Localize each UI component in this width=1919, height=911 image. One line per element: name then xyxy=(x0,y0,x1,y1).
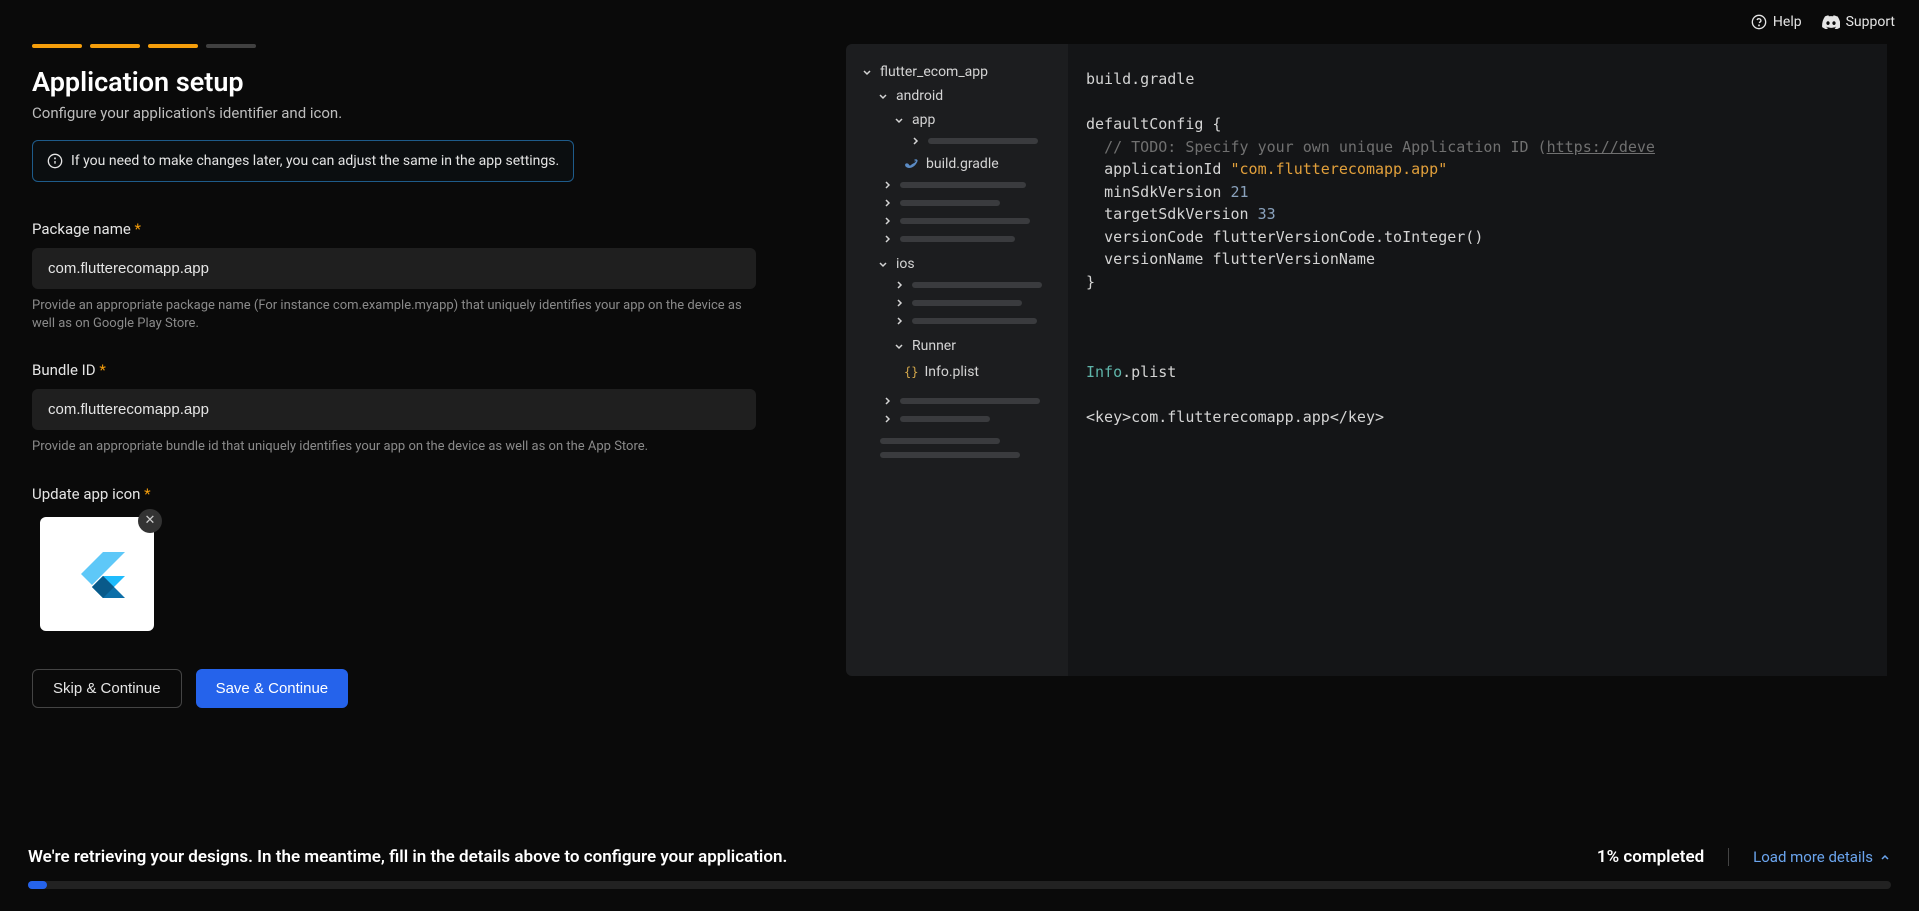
form-panel: Application setup Configure your applica… xyxy=(32,44,822,708)
tree-item[interactable] xyxy=(846,194,1068,212)
step-4 xyxy=(206,44,256,48)
chevron-right-icon xyxy=(880,414,894,424)
chevron-right-icon xyxy=(908,136,922,146)
close-icon: ✕ xyxy=(145,513,156,528)
tree-item[interactable] xyxy=(846,212,1068,230)
footer-bar: We're retrieving your designs. In the me… xyxy=(0,829,1919,911)
chevron-down-icon xyxy=(876,91,890,101)
tree-item[interactable] xyxy=(846,392,1068,410)
page-title: Application setup xyxy=(32,66,822,98)
chevron-right-icon xyxy=(892,316,906,326)
help-link[interactable]: Help xyxy=(1751,14,1802,30)
chevron-right-icon xyxy=(892,280,906,290)
step-2 xyxy=(90,44,140,48)
package-name-input[interactable] xyxy=(32,248,756,289)
code-filename: Info.plist xyxy=(1086,361,1869,384)
tree-item[interactable] xyxy=(846,176,1068,194)
package-name-helper: Provide an appropriate package name (For… xyxy=(32,297,756,333)
chevron-right-icon xyxy=(880,198,894,208)
help-label: Help xyxy=(1773,14,1802,30)
chevron-right-icon xyxy=(880,216,894,226)
support-link[interactable]: Support xyxy=(1822,14,1895,30)
package-name-label: Package name * xyxy=(32,220,822,238)
support-label: Support xyxy=(1846,14,1895,30)
tree-app[interactable]: app xyxy=(846,108,1068,132)
tree-item[interactable] xyxy=(846,230,1068,248)
tree-item[interactable] xyxy=(846,276,1068,294)
help-icon xyxy=(1751,14,1767,30)
info-icon xyxy=(47,153,63,169)
tree-android[interactable]: android xyxy=(846,84,1068,108)
tree-build-gradle[interactable]: build.gradle xyxy=(846,152,1068,176)
skip-button[interactable]: Skip & Continue xyxy=(32,669,182,708)
tree-info-plist[interactable]: {} Info.plist xyxy=(846,360,1068,384)
chevron-down-icon xyxy=(892,115,906,125)
chevron-down-icon xyxy=(892,341,906,351)
chevron-right-icon xyxy=(880,234,894,244)
page-subtitle: Configure your application's identifier … xyxy=(32,104,822,122)
remove-icon-button[interactable]: ✕ xyxy=(138,509,162,533)
discord-icon xyxy=(1822,15,1840,29)
info-text: If you need to make changes later, you c… xyxy=(71,153,559,169)
bundle-id-helper: Provide an appropriate bundle id that un… xyxy=(32,438,756,456)
tree-item[interactable] xyxy=(846,312,1068,330)
load-more-button[interactable]: Load more details xyxy=(1753,848,1891,866)
chevron-up-icon xyxy=(1879,851,1891,863)
chevron-down-icon xyxy=(876,259,890,269)
step-3 xyxy=(148,44,198,48)
save-button[interactable]: Save & Continue xyxy=(196,669,349,708)
chevron-right-icon xyxy=(880,396,894,406)
info-banner: If you need to make changes later, you c… xyxy=(32,140,574,182)
code-filename: build.gradle xyxy=(1086,68,1869,91)
bundle-id-input[interactable] xyxy=(32,389,756,430)
footer-message: We're retrieving your designs. In the me… xyxy=(28,847,787,867)
bundle-id-label: Bundle ID * xyxy=(32,361,822,379)
step-1 xyxy=(32,44,82,48)
chevron-right-icon xyxy=(880,180,894,190)
tree-item xyxy=(846,434,1068,448)
footer-percentage: 1% completed xyxy=(1597,847,1704,867)
footer-progress-fill xyxy=(28,881,47,889)
code-preview: build.gradle defaultConfig { // TODO: Sp… xyxy=(1068,44,1887,676)
tree-item xyxy=(846,448,1068,462)
file-tree: flutter_ecom_app android app build.gradl… xyxy=(846,44,1068,676)
gradle-icon xyxy=(904,156,920,172)
tree-item[interactable] xyxy=(846,132,1068,150)
tree-runner[interactable]: Runner xyxy=(846,334,1068,358)
plist-icon: {} xyxy=(904,365,918,379)
flutter-icon xyxy=(67,537,127,611)
chevron-down-icon xyxy=(860,67,874,77)
chevron-right-icon xyxy=(892,298,906,308)
app-icon-label: Update app icon * xyxy=(32,485,822,503)
tree-root[interactable]: flutter_ecom_app xyxy=(846,60,1068,84)
tree-item[interactable] xyxy=(846,294,1068,312)
app-icon-preview[interactable]: ✕ xyxy=(40,517,154,631)
footer-progress-bar xyxy=(28,881,1891,889)
step-progress xyxy=(32,44,822,48)
tree-ios[interactable]: ios xyxy=(846,252,1068,276)
tree-item[interactable] xyxy=(846,410,1068,428)
